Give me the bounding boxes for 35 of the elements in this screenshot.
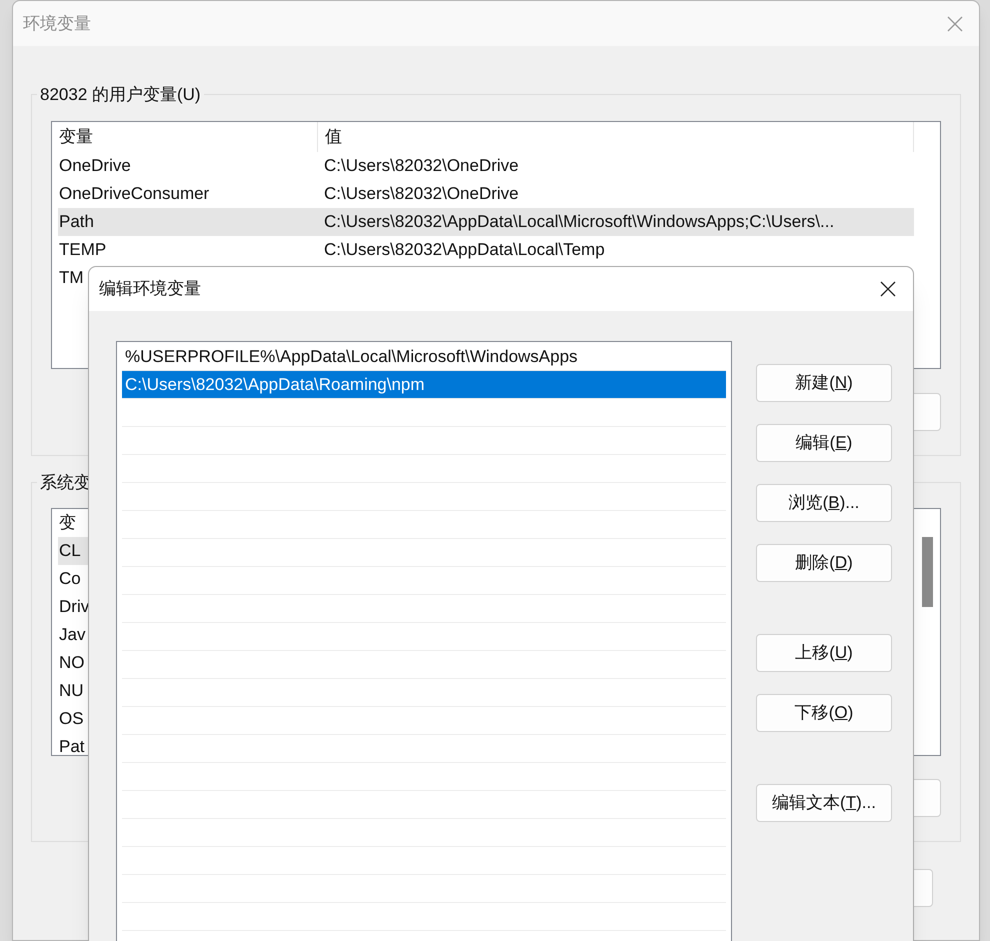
variable-name: TEMP bbox=[59, 239, 106, 262]
close-icon[interactable] bbox=[880, 281, 896, 297]
list-row[interactable]: TEMP C:\Users\82032\AppData\Local\Temp bbox=[58, 236, 914, 264]
window-title: 环境变量 bbox=[23, 12, 91, 35]
path-entry[interactable]: C:\Users\82032\AppData\Roaming\npm bbox=[122, 371, 726, 399]
variable-value: C:\Users\82032\OneDrive bbox=[324, 183, 519, 206]
column-header[interactable]: 变 bbox=[59, 510, 76, 536]
variable-name: OneDrive bbox=[59, 155, 131, 178]
variable-name: CL bbox=[59, 540, 81, 562]
column-header[interactable]: 变量 bbox=[59, 124, 93, 150]
dialog-button[interactable]: 编辑文本(T)... bbox=[756, 784, 892, 822]
dialog-button[interactable]: 上移(U) bbox=[756, 634, 892, 672]
column-header[interactable]: 值 bbox=[325, 124, 342, 150]
variable-name: NU bbox=[59, 680, 84, 702]
dialog-button[interactable]: 新建(N) bbox=[756, 364, 892, 402]
dialog-button[interactable]: 删除(D) bbox=[756, 544, 892, 582]
variable-name: OneDriveConsumer bbox=[59, 183, 210, 206]
variable-name: NO bbox=[59, 652, 84, 674]
variable-name: Driv bbox=[59, 596, 90, 618]
variable-name: Jav bbox=[59, 624, 86, 646]
variable-value: C:\Users\82032\AppData\Local\Microsoft\WindowsApps;C:\Users\... bbox=[324, 211, 834, 234]
dialog-button[interactable]: 下移(O) bbox=[756, 694, 892, 732]
variable-name: Path bbox=[59, 211, 94, 234]
dialog-title: 编辑环境变量 bbox=[99, 278, 201, 300]
variable-name: Co bbox=[59, 568, 81, 590]
scrollbar-thumb[interactable] bbox=[922, 537, 933, 607]
list-row[interactable]: OneDrive C:\Users\82032\OneDrive bbox=[58, 152, 914, 180]
variable-name: Pat bbox=[59, 736, 85, 755]
variable-value: C:\Users\82032\AppData\Local\Temp bbox=[324, 239, 605, 262]
variable-name: OS bbox=[59, 708, 84, 730]
dialog-button[interactable]: 浏览(B)... bbox=[756, 484, 892, 522]
variable-value: C:\Users\82032\OneDrive bbox=[324, 155, 519, 178]
list-row[interactable]: OneDriveConsumer C:\Users\82032\OneDrive bbox=[58, 180, 914, 208]
list-row[interactable]: Path C:\Users\82032\AppData\Local\Microsoft\WindowsApps;C:\Users\... bbox=[58, 208, 914, 236]
dialog-button[interactable]: 编辑(E) bbox=[756, 424, 892, 462]
